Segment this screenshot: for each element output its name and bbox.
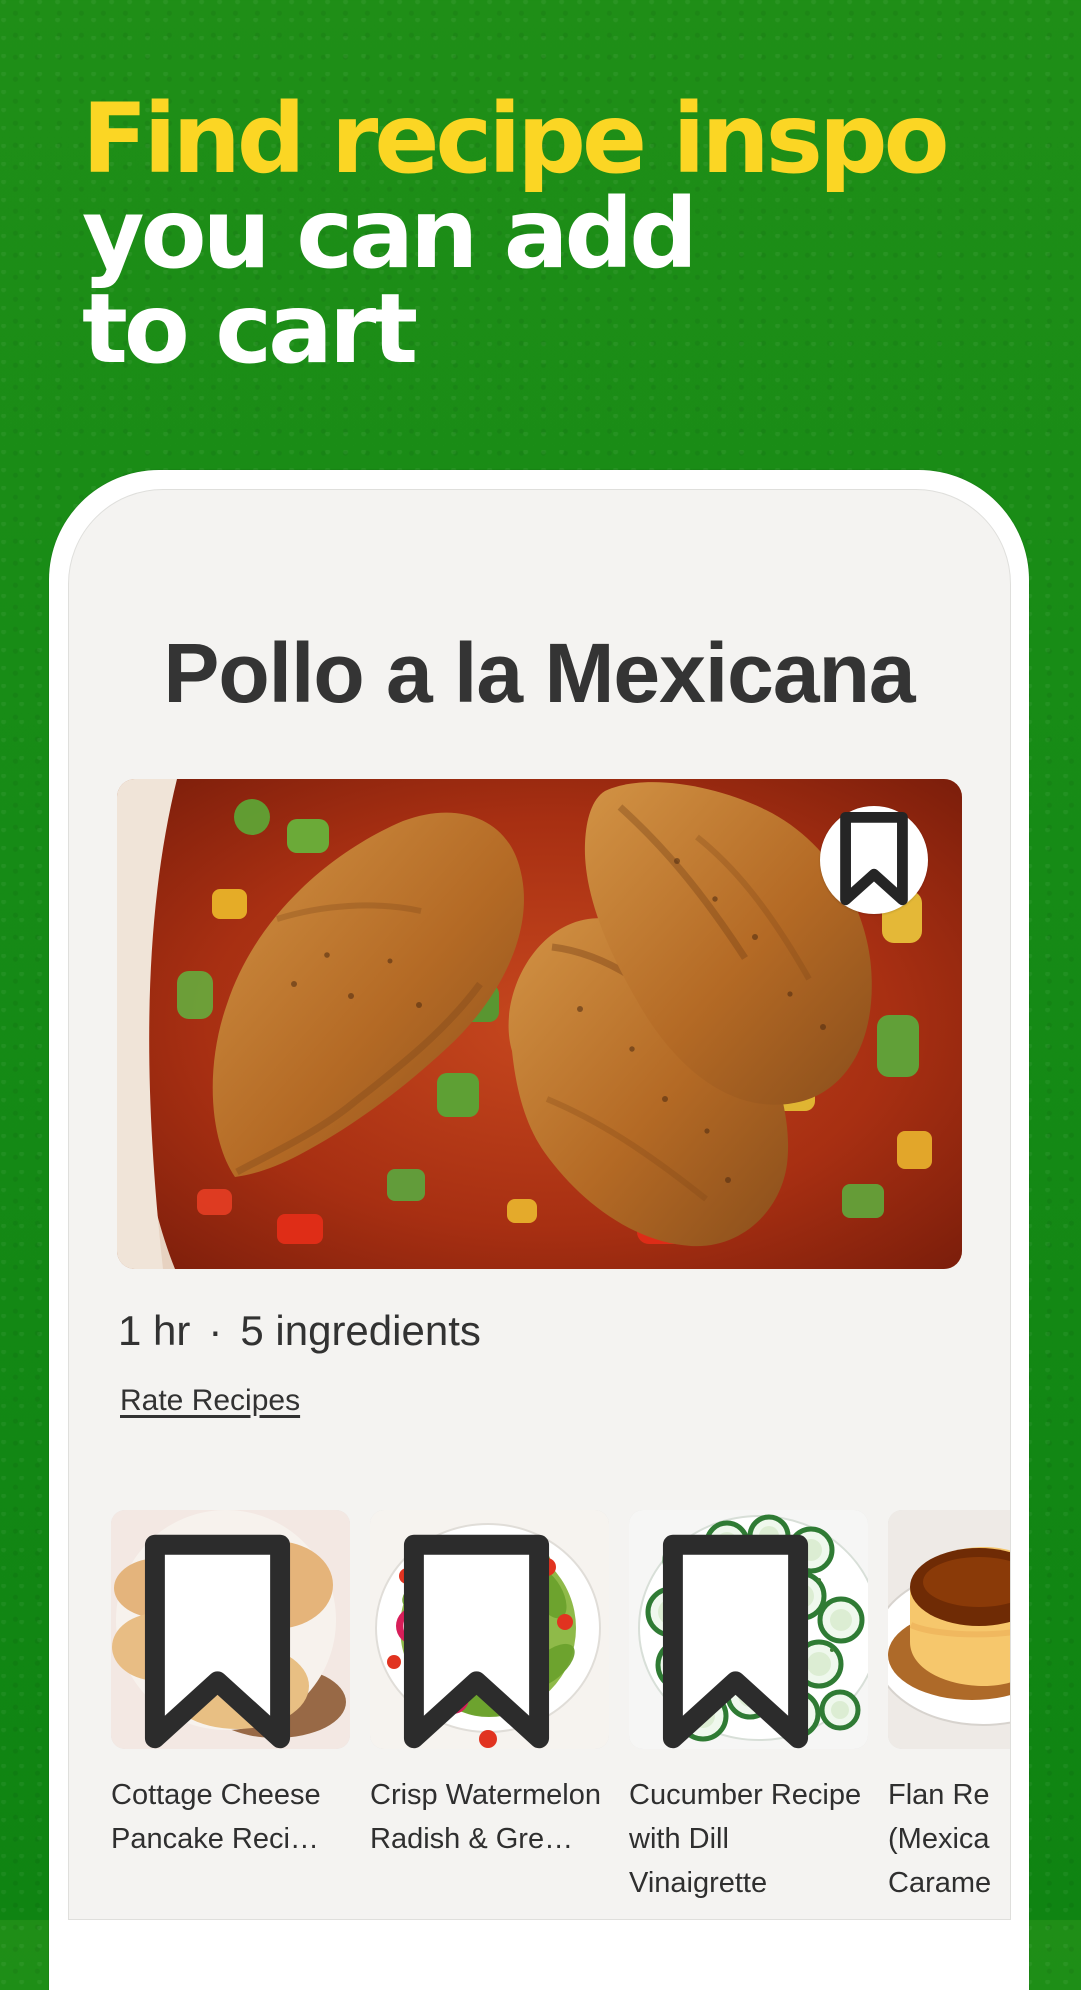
headline-line-1: Find recipe inspo (82, 83, 950, 195)
recipe-meta: 1 hr · 5 ingredients (118, 1305, 481, 1357)
recipe-card-image[interactable] (888, 1510, 1010, 1749)
recipe-card-title[interactable]: Cucumber Recipe with Dill Vinaigrette (629, 1773, 868, 1905)
headline-line-2: you can add (82, 178, 698, 290)
bookmark-icon[interactable] (111, 1522, 337, 1749)
recipe-card-image[interactable] (370, 1510, 609, 1749)
flan-illustration (888, 1510, 1010, 1749)
recipe-card-image[interactable] (111, 1510, 350, 1749)
phone-screen: Pollo a la Mexicana 1 hr · 5 ingredients… (68, 489, 1011, 1920)
related-recipes-carousel[interactable]: Cottage Cheese Pancake Reci… Crisp Water… (111, 1510, 1010, 1919)
recipe-card-image[interactable] (629, 1510, 868, 1749)
recipe-card[interactable]: Cottage Cheese Pancake Reci… (111, 1510, 350, 1919)
bookmark-icon (840, 811, 908, 906)
bookmark-icon[interactable] (629, 1522, 855, 1749)
recipe-card[interactable]: Flan Re (Mexica Carame (888, 1510, 1010, 1919)
bookmark-icon[interactable] (370, 1522, 596, 1749)
recipe-title: Pollo a la Mexicana (163, 626, 915, 720)
recipe-card-title[interactable]: Crisp Watermelon Radish & Gre… (370, 1773, 609, 1861)
recipe-card-title[interactable]: Flan Re (Mexica Carame (888, 1773, 1006, 1905)
recipe-card-title[interactable]: Cottage Cheese Pancake Reci… (111, 1773, 350, 1861)
headline-line-3: to cart (82, 273, 418, 385)
cook-time: 1 hr (118, 1307, 191, 1354)
recipe-hero-image[interactable] (117, 779, 962, 1269)
ingredient-count: 5 ingredients (240, 1307, 481, 1354)
save-recipe-button[interactable] (820, 806, 928, 914)
meta-separator: · (208, 1307, 223, 1354)
rate-recipes-link[interactable]: Rate Recipes (120, 1381, 300, 1421)
recipe-card[interactable]: Cucumber Recipe with Dill Vinaigrette (629, 1510, 868, 1919)
promo-headline: Find recipe inspo you can add to cart (82, 83, 1022, 385)
recipe-card[interactable]: Crisp Watermelon Radish & Gre… (370, 1510, 609, 1919)
